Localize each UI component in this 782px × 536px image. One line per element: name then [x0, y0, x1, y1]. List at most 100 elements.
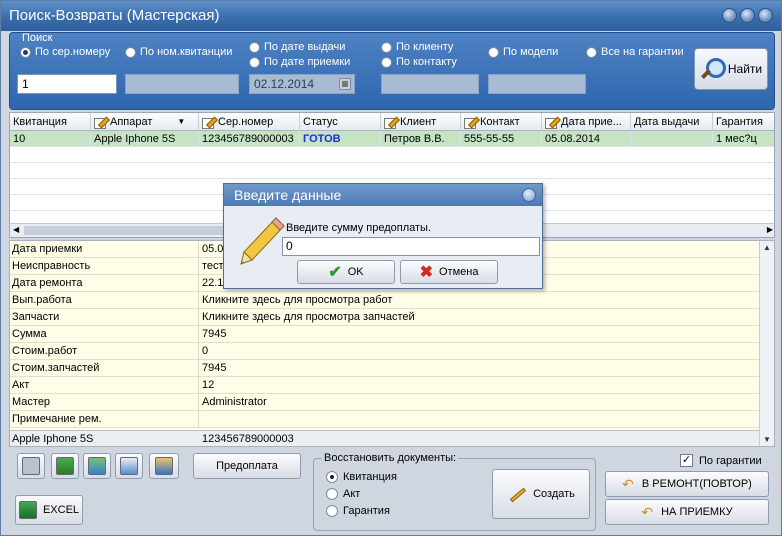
export-button[interactable]	[83, 453, 111, 479]
col-warranty[interactable]: Гарантия	[713, 113, 774, 131]
detail-value[interactable]: Кликните здесь для просмотра запчастей	[200, 309, 415, 326]
edit-icon	[464, 116, 477, 129]
scroll-right-icon[interactable]: ▶	[767, 225, 773, 234]
detail-row[interactable]: Стоим.работ 0	[10, 343, 760, 360]
detail-value[interactable]: Кликните здесь для просмотра работ	[200, 292, 392, 309]
warranty-checkbox[interactable]: ✓ По гарантии	[680, 454, 762, 467]
radio-by-intake-date[interactable]: По дате приемки	[249, 56, 350, 68]
radio-dot[interactable]	[249, 56, 260, 68]
to-intake-label: НА ПРИЕМКУ	[661, 506, 733, 518]
radio-by-client[interactable]: По клиенту	[381, 41, 453, 53]
col-device[interactable]: Аппарат ▼	[91, 113, 199, 131]
find-button[interactable]: Найти	[694, 48, 768, 90]
close-button[interactable]	[758, 8, 773, 23]
table-row[interactable]	[10, 147, 774, 163]
user-info-icon	[155, 457, 173, 475]
radio-label: По контакту	[396, 56, 457, 68]
scroll-left-icon[interactable]: ◀	[13, 225, 19, 234]
radio-label: По клиенту	[396, 41, 454, 53]
create-label: Создать	[533, 488, 575, 500]
detail-row[interactable]: Стоим.запчастей 7945	[10, 360, 760, 377]
cancel-button[interactable]: ✖ Отмена	[400, 260, 498, 284]
detail-row[interactable]: Сумма 7945	[10, 326, 760, 343]
excel-label: EXCEL	[42, 504, 80, 516]
radio-dot[interactable]	[586, 46, 597, 58]
model-search-input[interactable]	[488, 74, 586, 94]
detail-row-parts[interactable]: Запчасти Кликните здесь для просмотра зап…	[10, 309, 760, 326]
table-row[interactable]: 10 Apple Iphone 5S 123456789000003 ГОТОВ…	[10, 131, 774, 147]
client-info-button[interactable]	[149, 453, 179, 479]
radio-by-model[interactable]: По модели	[488, 46, 558, 58]
excel-button[interactable]: EXCEL	[15, 495, 83, 525]
details-vertical-scrollbar[interactable]: ▲ ▼	[759, 241, 774, 446]
col-status[interactable]: Статус	[300, 113, 381, 131]
export-icon	[88, 457, 106, 475]
detail-row[interactable]: Примечание рем.	[10, 411, 760, 428]
detail-row-works[interactable]: Вып.работа Кликните здесь для просмотра р…	[10, 292, 760, 309]
ok-button[interactable]: ✔ OK	[297, 260, 395, 284]
receipt-search-input[interactable]	[125, 74, 239, 94]
cancel-label: Отмена	[438, 266, 479, 278]
grid-header: Квитанция Аппарат ▼ Сер.номер Статус Клие…	[10, 113, 774, 131]
radio-by-issue-date[interactable]: По дате выдачи	[249, 41, 345, 53]
warranty-label: По гарантии	[699, 454, 762, 467]
edit-icon	[384, 116, 397, 129]
col-receipt[interactable]: Квитанция	[10, 113, 91, 131]
magnifier-icon	[700, 57, 726, 81]
dropdown-arrow-icon[interactable]: ▼	[177, 113, 185, 131]
col-serial[interactable]: Сер.номер	[199, 113, 300, 131]
repeat-repair-label: В РЕМОНТ(ПОВТОР)	[641, 478, 752, 490]
col-intake-date[interactable]: Дата прие...	[542, 113, 631, 131]
radio-receipt-doc[interactable]: Квитанция	[326, 471, 397, 483]
radio-dot[interactable]	[326, 505, 338, 517]
radio-dot[interactable]	[326, 488, 338, 500]
radio-by-serial[interactable]: По сер.номеру	[20, 46, 110, 58]
radio-dot[interactable]	[326, 471, 338, 483]
radio-act-doc[interactable]: Акт	[326, 488, 360, 500]
radio-dot[interactable]	[249, 41, 260, 53]
scroll-up-icon[interactable]: ▲	[763, 243, 771, 252]
calculator-icon	[56, 457, 74, 475]
pin-icon[interactable]	[522, 188, 536, 202]
prepayment-amount-input[interactable]: 0	[282, 237, 540, 256]
calculator-button[interactable]	[51, 453, 79, 479]
radio-dot[interactable]	[125, 46, 136, 58]
col-client[interactable]: Клиент	[381, 113, 461, 131]
checkbox-box[interactable]: ✓	[680, 454, 693, 467]
radio-dot[interactable]	[20, 46, 31, 58]
radio-label: Акт	[343, 488, 361, 500]
magic-wand-icon	[507, 484, 527, 504]
date-search-input[interactable]: 02.12.2014 ▦	[249, 74, 355, 94]
calendar-icon[interactable]: ▦	[339, 78, 351, 90]
maximize-button[interactable]	[740, 8, 755, 23]
repeat-repair-button[interactable]: ↶ В РЕМОНТ(ПОВТОР)	[605, 471, 769, 497]
radio-all-warranty[interactable]: Все на гарантии	[586, 46, 684, 58]
radio-dot[interactable]	[488, 46, 499, 58]
table-row[interactable]	[10, 163, 774, 179]
return-arrow-icon: ↶	[641, 503, 654, 520]
attach-button[interactable]	[115, 453, 143, 479]
minimize-button[interactable]	[722, 8, 737, 23]
camera-button[interactable]	[17, 453, 45, 479]
create-button[interactable]: Создать	[492, 469, 590, 519]
restore-documents-group: Восстановить документы: Квитанция Акт Га…	[313, 452, 596, 531]
radio-dot[interactable]	[381, 56, 392, 68]
radio-warranty-doc[interactable]: Гарантия	[326, 505, 390, 517]
detail-row[interactable]: Мастер Administrator	[10, 394, 760, 411]
col-issue-date[interactable]: Дата выдачи	[631, 113, 713, 131]
ok-label: OK	[347, 266, 364, 278]
col-contact[interactable]: Контакт	[461, 113, 542, 131]
to-intake-button[interactable]: ↶ НА ПРИЕМКУ	[605, 499, 769, 525]
detail-row[interactable]: Акт 12	[10, 377, 760, 394]
client-search-input[interactable]	[381, 74, 479, 94]
scroll-down-icon[interactable]: ▼	[763, 435, 771, 444]
prepayment-button[interactable]: Предоплата	[193, 453, 301, 479]
dialog-prompt: Введите сумму предоплаты.	[286, 222, 432, 234]
detail-label: Примечание рем.	[10, 411, 199, 428]
serial-search-input[interactable]: 1	[17, 74, 117, 94]
window-controls	[722, 8, 773, 23]
radio-by-receipt[interactable]: По ном.квитанции	[125, 46, 232, 58]
radio-dot[interactable]	[381, 41, 392, 53]
radio-by-contact[interactable]: По контакту	[381, 56, 457, 68]
detail-label: Дата приемки	[10, 241, 199, 258]
